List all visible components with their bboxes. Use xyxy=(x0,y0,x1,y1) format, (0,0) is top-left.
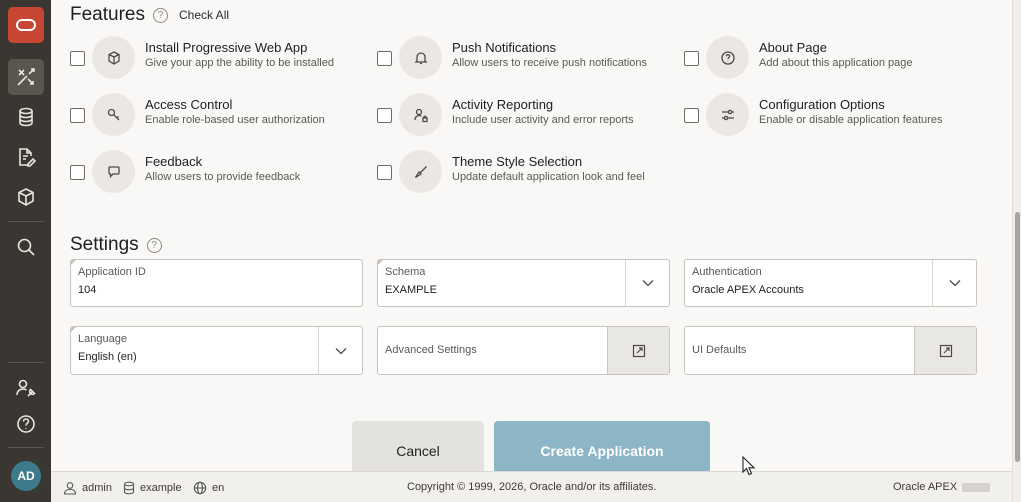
feature-checkbox[interactable] xyxy=(684,51,699,66)
app-builder-icon[interactable] xyxy=(13,64,39,90)
features-title: Features ? xyxy=(70,4,168,26)
feature-feedback: Feedback Allow users to provide feedback xyxy=(70,150,370,194)
chevron-down-icon[interactable] xyxy=(318,327,362,374)
package-icon[interactable] xyxy=(13,184,39,210)
feature-description: Include user activity and error reports xyxy=(452,114,634,126)
scrollbar-thumb[interactable] xyxy=(1015,212,1020,462)
feature-description: Add about this application page xyxy=(759,57,913,69)
field-value[interactable]: EXAMPLE xyxy=(385,284,437,296)
footer: admin example en Copyright © 1999, 2026,… xyxy=(51,471,1012,502)
admin-tools-icon[interactable] xyxy=(13,375,39,401)
settings-title: Settings ? xyxy=(70,234,162,256)
feature-checkbox[interactable] xyxy=(684,108,699,123)
avatar[interactable]: AD xyxy=(11,461,41,491)
features-help-icon[interactable]: ? xyxy=(152,7,168,23)
open-dialog-button[interactable] xyxy=(914,327,976,374)
search-icon[interactable] xyxy=(13,234,39,260)
speech-bubble-icon xyxy=(92,150,135,193)
feature-description: Allow users to provide feedback xyxy=(145,171,301,183)
feature-name[interactable]: Push Notifications xyxy=(452,40,556,55)
field-label: Schema xyxy=(385,266,426,278)
field-label: Application ID xyxy=(78,266,146,278)
application-id-field[interactable]: Application ID 104 xyxy=(70,259,363,307)
package-icon xyxy=(92,36,135,79)
authentication-select[interactable]: Authentication Oracle APEX Accounts xyxy=(684,259,977,307)
database-icon[interactable] xyxy=(13,104,39,130)
footer-product: Oracle APEX xyxy=(893,481,991,493)
feature-access-control: Access Control Enable role-based user au… xyxy=(70,93,370,137)
feature-configuration-options: Configuration Options Enable or disable … xyxy=(684,93,984,137)
schema-select[interactable]: Schema EXAMPLE xyxy=(377,259,670,307)
feature-checkbox[interactable] xyxy=(70,165,85,180)
field-label: UI Defaults xyxy=(692,344,747,356)
language-select[interactable]: Language English (en) xyxy=(70,326,363,375)
feature-description: Enable or disable application features xyxy=(759,114,943,126)
create-application-button[interactable]: Create Application xyxy=(494,421,710,471)
footer-workspace-label: example xyxy=(140,482,182,494)
feature-install-pwa: Install Progressive Web App Give your ap… xyxy=(70,36,370,80)
field-value[interactable]: English (en) xyxy=(78,351,137,363)
mouse-cursor-icon xyxy=(742,456,756,476)
field-label: Authentication xyxy=(692,266,762,278)
feature-checkbox[interactable] xyxy=(377,51,392,66)
feature-description: Allow users to receive push notification… xyxy=(452,57,648,69)
feature-about-page: About Page Add about this application pa… xyxy=(684,36,984,80)
feature-checkbox[interactable] xyxy=(377,108,392,123)
ui-defaults-field[interactable]: UI Defaults xyxy=(684,326,977,375)
left-nav-rail: AD xyxy=(0,0,51,502)
question-icon xyxy=(706,36,749,79)
feature-name[interactable]: Activity Reporting xyxy=(452,97,553,112)
check-all-link[interactable]: Check All xyxy=(179,8,229,22)
footer-workspace[interactable]: example xyxy=(123,481,182,495)
settings-help-icon[interactable]: ? xyxy=(146,237,162,253)
field-value[interactable]: Oracle APEX Accounts xyxy=(692,284,804,296)
feature-name[interactable]: Configuration Options xyxy=(759,97,885,112)
help-icon[interactable] xyxy=(13,411,39,437)
chevron-down-icon[interactable] xyxy=(625,260,669,306)
feature-push-notifications: Push Notifications Allow users to receiv… xyxy=(377,36,677,80)
footer-user[interactable]: admin xyxy=(63,481,112,495)
open-dialog-button[interactable] xyxy=(607,327,669,374)
feature-checkbox[interactable] xyxy=(70,108,85,123)
document-edit-icon[interactable] xyxy=(13,144,39,170)
key-icon xyxy=(92,93,135,136)
feature-name[interactable]: Theme Style Selection xyxy=(452,154,582,169)
settings-heading: Settings xyxy=(70,234,139,255)
database-icon xyxy=(123,481,135,495)
field-label: Advanced Settings xyxy=(385,344,477,356)
features-heading: Features xyxy=(70,4,145,25)
footer-copyright: Copyright © 1999, 2026, Oracle and/or it… xyxy=(407,481,657,493)
feature-checkbox[interactable] xyxy=(377,165,392,180)
feature-name[interactable]: Access Control xyxy=(145,97,232,112)
oracle-logo-icon[interactable] xyxy=(8,7,44,43)
globe-icon xyxy=(193,481,207,495)
brush-icon xyxy=(399,150,442,193)
footer-product-label: Oracle APEX xyxy=(893,481,958,493)
bell-icon xyxy=(399,36,442,79)
footer-language-label: en xyxy=(212,482,225,494)
feature-description: Give your app the ability to be installe… xyxy=(145,57,334,69)
field-value[interactable]: 104 xyxy=(78,284,96,296)
feature-description: Enable role-based user authorization xyxy=(145,114,325,126)
chevron-down-icon[interactable] xyxy=(932,260,976,306)
vertical-scrollbar[interactable] xyxy=(1012,0,1021,502)
feature-name[interactable]: Install Progressive Web App xyxy=(145,40,307,55)
user-lock-icon xyxy=(399,93,442,136)
advanced-settings-field[interactable]: Advanced Settings xyxy=(377,326,670,375)
footer-user-label: admin xyxy=(82,482,112,494)
user-icon xyxy=(63,482,77,495)
feature-activity-reporting: Activity Reporting Include user activity… xyxy=(377,93,677,137)
feature-name[interactable]: Feedback xyxy=(145,154,202,169)
version-redacted xyxy=(962,482,991,492)
sliders-icon xyxy=(706,93,749,136)
footer-language[interactable]: en xyxy=(193,481,224,495)
cancel-button[interactable]: Cancel xyxy=(352,421,484,471)
feature-theme-style-selection: Theme Style Selection Update default app… xyxy=(377,150,677,194)
feature-name[interactable]: About Page xyxy=(759,40,827,55)
field-label: Language xyxy=(78,333,127,345)
feature-checkbox[interactable] xyxy=(70,51,85,66)
feature-description: Update default application look and feel xyxy=(452,171,645,183)
